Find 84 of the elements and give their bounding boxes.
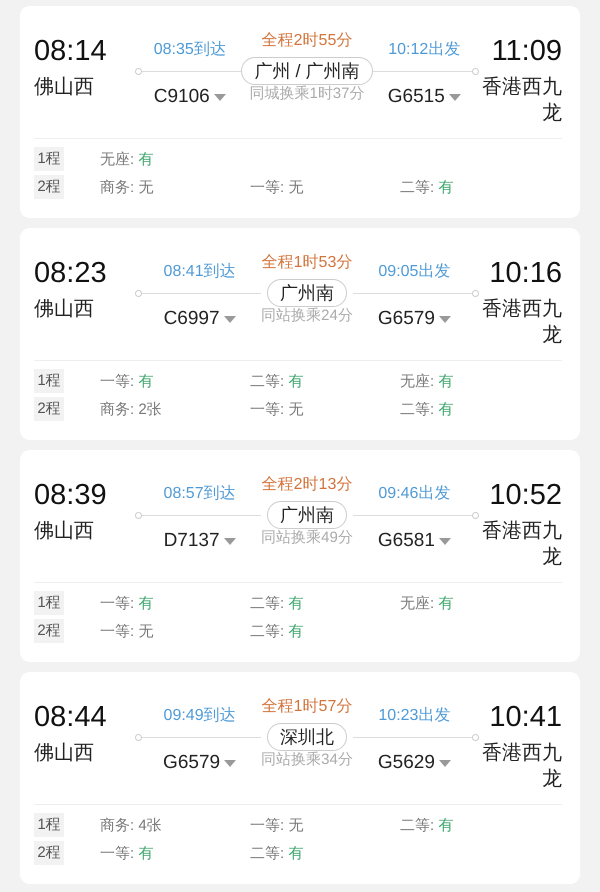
transfer-station: 广州南: [267, 501, 347, 529]
arrival-station: 香港西九龙: [481, 519, 562, 570]
arrival-station: 香港西九龙: [481, 297, 562, 348]
seat-availability: 无座: 有: [400, 594, 454, 612]
arrival-time: 10:41: [489, 700, 562, 734]
caret-icon: [224, 760, 236, 766]
arrival-time: 10:52: [489, 478, 562, 512]
seat-availability: 一等: 无: [250, 400, 304, 418]
train-number-dropdown[interactable]: G6515: [388, 86, 461, 108]
seat-availability: 二等: 有: [400, 178, 454, 196]
train-number-dropdown[interactable]: G6579: [378, 308, 451, 330]
caret-icon: [438, 316, 451, 322]
caret-icon: [224, 316, 236, 322]
transfer-note: 同站换乘24分: [261, 306, 353, 325]
transfer-arrival-time: 08:41到达: [164, 262, 236, 282]
seat-availability: 一等: 有: [100, 844, 154, 862]
departure-station: 佛山西: [34, 297, 94, 322]
leg-badge: 1程: [34, 369, 64, 393]
leg-badge: 1程: [34, 813, 64, 837]
transfer-station: 广州 / 广州南: [241, 57, 372, 85]
caret-icon: [438, 538, 451, 544]
transfer-departure-time: 09:05出发: [378, 262, 450, 282]
train-number-dropdown[interactable]: G6579: [163, 752, 236, 774]
seat-availability: 二等: 有: [400, 816, 454, 834]
transfer-arrival-time: 08:57到达: [164, 484, 236, 504]
transfer-arrival-time: 09:49到达: [164, 706, 236, 726]
seat-availability: 一等: 有: [100, 372, 154, 390]
leg-badge: 1程: [34, 591, 64, 615]
departure-station: 佛山西: [34, 75, 94, 100]
transfer-note: 同站换乘49分: [261, 528, 353, 547]
transfer-station: 深圳北: [267, 723, 347, 751]
train-number-dropdown[interactable]: C9106: [154, 86, 226, 108]
seat-availability: 一等: 无: [100, 622, 154, 640]
caret-icon: [448, 94, 461, 100]
departure-time: 08:44: [34, 700, 107, 734]
transfer-arrival-time: 08:35到达: [154, 40, 226, 60]
seat-availability: 二等: 有: [250, 372, 304, 390]
train-number-dropdown[interactable]: C6997: [164, 308, 236, 330]
seat-availability: 商务: 无: [100, 178, 154, 196]
transfer-departure-time: 09:46出发: [378, 484, 450, 504]
trip-card[interactable]: 08:44 佛山西 09:49到达 全程1时57分 10:23出发 深圳北 G6579 同站换乘34分 G5629 10:41 香港西九龙 1程 商务: 4张 一等: 无 二等: 有 2程 一等: 有 二等: 有: [20, 672, 580, 884]
seat-availability: 二等: 有: [400, 400, 454, 418]
seat-availability: 二等: 有: [250, 594, 304, 612]
seat-availability: 无座: 有: [100, 150, 154, 168]
seat-availability: 一等: 有: [100, 594, 154, 612]
transfer-departure-time: 10:12出发: [388, 40, 460, 60]
train-number-dropdown[interactable]: G5629: [378, 752, 451, 774]
seat-availability: 二等: 有: [250, 622, 304, 640]
transfer-note: 同城换乘1时37分: [249, 84, 364, 103]
leg-badge: 2程: [34, 397, 64, 421]
train-number-dropdown[interactable]: G6581: [378, 530, 451, 552]
seat-availability: 商务: 4张: [100, 816, 163, 834]
trip-card[interactable]: 08:23 佛山西 08:41到达 全程1时53分 09:05出发 广州南 C6997 同站换乘24分 G6579 10:16 香港西九龙 1程 一等: 有 二等: 有 无座: 有 2程 商务: 2张 一等: 无 二等: 有: [20, 228, 580, 440]
transfer-station: 广州南: [267, 279, 347, 307]
departure-time: 08:23: [34, 256, 107, 290]
trip-card[interactable]: 08:14 佛山西 08:35到达 全程2时55分 10:12出发 广州 / 广州南 C9106 同城换乘1时37分 G6515 11:09 香港西九龙 1程 无座: 有 2程 商务: 无 一等: 无 二等: 有: [20, 6, 580, 218]
trip-card[interactable]: 08:39 佛山西 08:57到达 全程2时13分 09:46出发 广州南 D7137 同站换乘49分 G6581 10:52 香港西九龙 1程 一等: 有 二等: 有 无座: 有 2程 一等: 无 二等: 有: [20, 450, 580, 662]
departure-station: 佛山西: [34, 519, 94, 544]
seat-availability: 二等: 有: [250, 844, 304, 862]
arrival-station: 香港西九龙: [481, 75, 562, 126]
arrival-time: 10:16: [489, 256, 562, 290]
total-duration: 全程2时13分: [262, 474, 352, 495]
leg-badge: 2程: [34, 841, 64, 865]
transfer-note: 同站换乘34分: [261, 750, 353, 769]
seat-availability: 无座: 有: [400, 372, 454, 390]
leg-badge: 1程: [34, 147, 64, 171]
arrival-station: 香港西九龙: [481, 741, 562, 792]
leg-badge: 2程: [34, 175, 64, 199]
caret-icon: [224, 538, 236, 544]
seat-availability: 一等: 无: [250, 178, 304, 196]
caret-icon: [438, 760, 451, 766]
total-duration: 全程1时53分: [262, 252, 352, 273]
total-duration: 全程2时55分: [262, 30, 352, 51]
train-number-dropdown[interactable]: D7137: [164, 530, 236, 552]
transfer-departure-time: 10:23出发: [378, 706, 450, 726]
seat-availability: 商务: 2张: [100, 400, 163, 418]
departure-time: 08:14: [34, 34, 107, 68]
caret-icon: [214, 94, 226, 100]
departure-station: 佛山西: [34, 741, 94, 766]
leg-badge: 2程: [34, 619, 64, 643]
total-duration: 全程1时57分: [262, 696, 352, 717]
seat-availability: 一等: 无: [250, 816, 304, 834]
departure-time: 08:39: [34, 478, 107, 512]
arrival-time: 11:09: [492, 34, 562, 68]
